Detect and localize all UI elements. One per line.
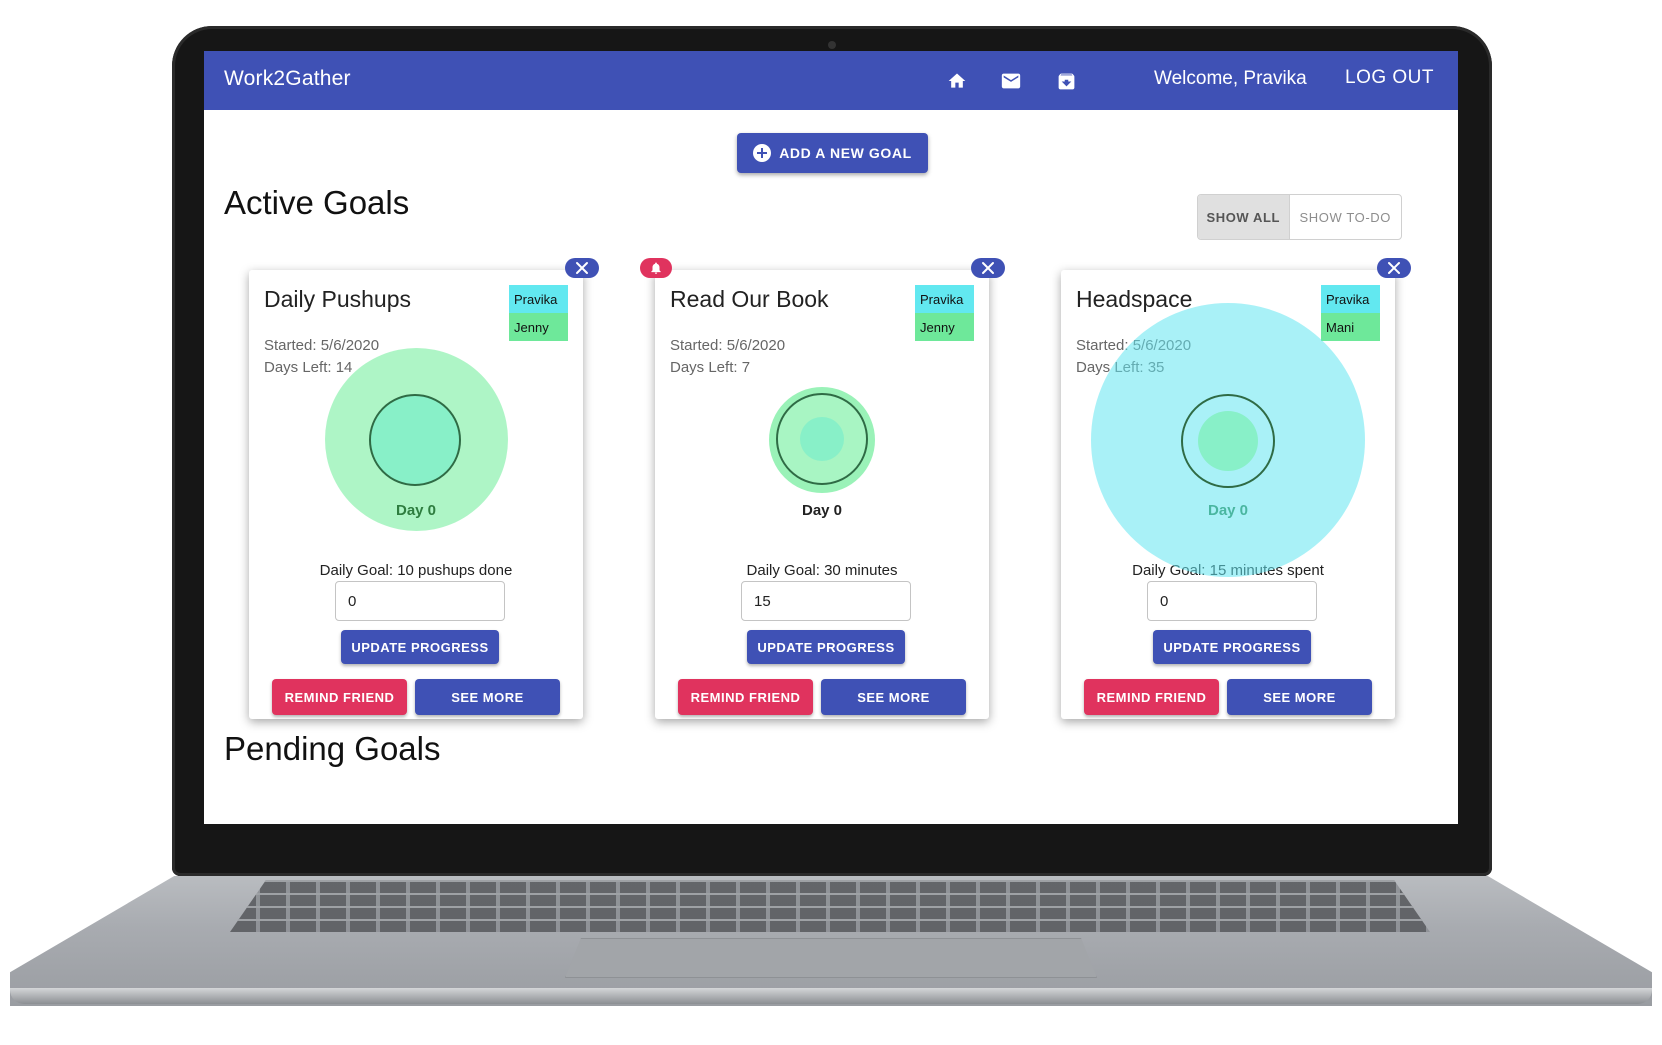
goal-title: Headspace [1076,286,1193,312]
logout-button[interactable]: LOG OUT [1345,67,1434,89]
progress-fill [1198,411,1258,471]
app-brand[interactable]: Work2Gather [224,67,351,91]
remind-friend-button[interactable]: REMIND FRIEND [678,679,813,715]
member-tag: Pravika [1321,285,1380,313]
see-more-button[interactable]: SEE MORE [1227,679,1372,715]
update-progress-button[interactable]: UPDATE PROGRESS [1153,630,1311,664]
day-label: Day 0 [1207,502,1249,519]
member-tag: Jenny [915,313,974,341]
goal-card: Read Our Book Pravika Jenny Started: 5/6… [655,270,989,719]
mail-icon[interactable] [999,69,1023,93]
show-all-toggle[interactable]: SHOW ALL [1198,195,1290,239]
goal-started: Started: 5/6/2020 [1076,337,1192,354]
active-goals-title: Active Goals [224,184,410,221]
goal-started: Started: 5/6/2020 [264,337,380,354]
progress-ring-inner [1181,394,1275,488]
laptop-base-edge [10,988,1652,1004]
progress-input[interactable] [1147,581,1317,621]
add-goal-label: ADD A NEW GOAL [779,145,912,161]
app-bar: Work2Gather Welcome, Pravika LOG OUT [204,51,1458,110]
update-progress-button[interactable]: UPDATE PROGRESS [341,630,499,664]
member-tag: Jenny [509,313,568,341]
see-more-button[interactable]: SEE MORE [415,679,560,715]
pending-goals-title: Pending Goals [224,730,441,767]
daily-goal-text: Daily Goal: 10 pushups done [319,562,513,579]
daily-goal-text: Daily Goal: 15 minutes spent [1132,562,1324,579]
goal-days-left: Days Left: 35 [1076,359,1165,376]
update-progress-button[interactable]: UPDATE PROGRESS [747,630,905,664]
remind-friend-button[interactable]: REMIND FRIEND [1084,679,1219,715]
close-goal-icon[interactable] [1377,258,1411,278]
daily-goal-text: Daily Goal: 30 minutes [746,562,898,579]
app-screen: Work2Gather Welcome, Pravika LOG OUT ADD… [204,51,1458,824]
close-goal-icon[interactable] [565,258,599,278]
see-more-button[interactable]: SEE MORE [821,679,966,715]
archive-icon[interactable] [1054,69,1078,93]
goal-title: Daily Pushups [264,286,412,312]
goal-title: Read Our Book [670,286,829,312]
add-goal-button[interactable]: ADD A NEW GOAL [737,133,928,173]
goal-days-left: Days Left: 14 [264,359,353,376]
progress-ring-inner [776,393,868,485]
progress-input[interactable] [335,581,505,621]
show-todo-toggle[interactable]: SHOW TO-DO [1290,195,1401,239]
member-tag: Pravika [915,285,974,313]
member-tag: Pravika [509,285,568,313]
day-label: Day 0 [395,502,437,519]
close-goal-icon[interactable] [971,258,1005,278]
welcome-text: Welcome, Pravika [1154,68,1307,89]
laptop-trackpad [565,938,1097,978]
progress-ring-outer [769,387,875,493]
home-icon[interactable] [945,69,969,93]
remind-friend-button[interactable]: REMIND FRIEND [272,679,407,715]
camera [828,41,836,49]
goal-card: Headspace Pravika Mani Started: 5/6/2020… [1061,270,1395,719]
goal-days-left: Days Left: 7 [670,359,751,376]
progress-input[interactable] [741,581,911,621]
member-tag: Mani [1321,313,1380,341]
laptop-keyboard-rows [230,880,1430,932]
goal-started: Started: 5/6/2020 [670,337,786,354]
progress-fill [800,417,844,461]
day-label: Day 0 [801,502,843,519]
add-circle-icon [753,144,772,162]
goal-card: Daily Pushups Pravika Jenny Started: 5/6… [249,270,583,719]
goal-filter-toggle: SHOW ALL SHOW TO-DO [1197,194,1402,240]
notification-bell-icon[interactable] [640,258,672,278]
progress-ring-inner [369,394,461,486]
